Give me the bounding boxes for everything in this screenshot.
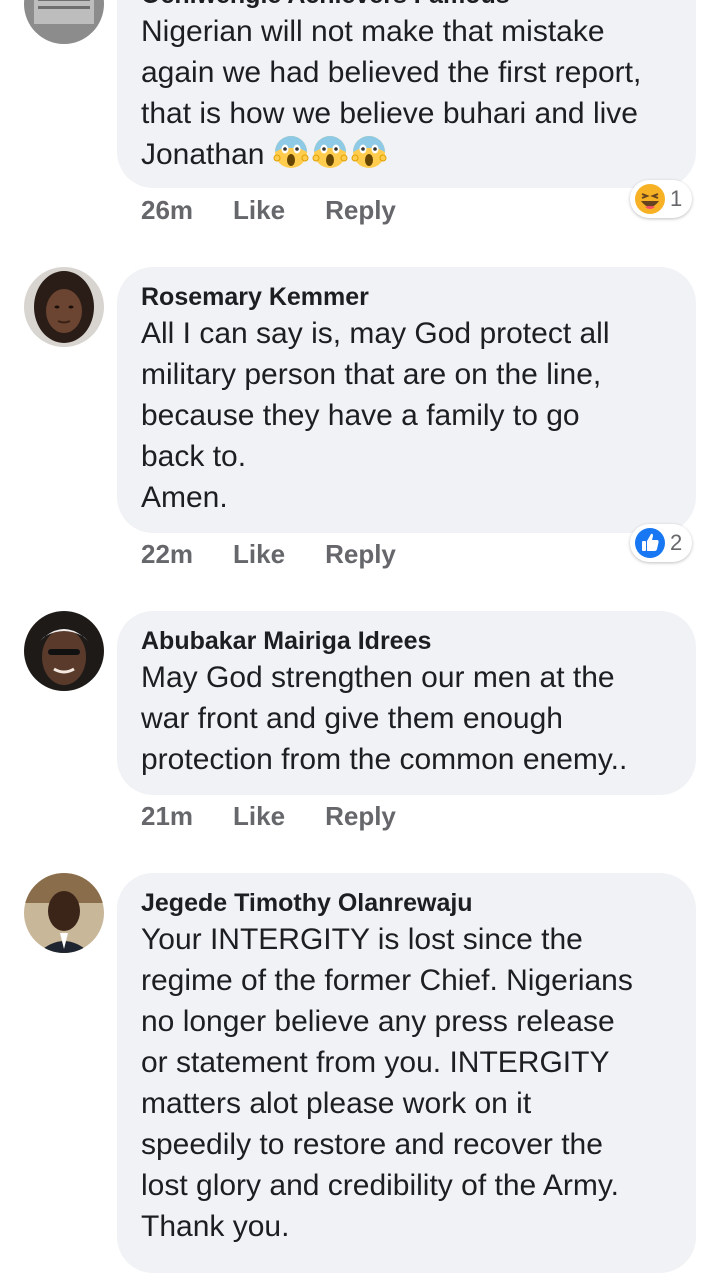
avatar[interactable]	[24, 267, 104, 347]
reaction-count: 2	[670, 530, 683, 555]
comment-time[interactable]: 22m	[141, 539, 193, 570]
face-screaming-in-fear-icon	[312, 136, 348, 168]
emoji-group	[273, 136, 390, 171]
comment-bubble[interactable]: Jegede Timothy Olanrewaju Your INTERGITY…	[117, 873, 696, 1273]
reaction-badge[interactable]: 2	[630, 524, 692, 562]
avatar[interactable]	[24, 873, 104, 953]
comment-author[interactable]: Rosemary Kemmer	[141, 281, 672, 313]
reply-button[interactable]: Reply	[325, 801, 396, 832]
avatar-image	[24, 611, 104, 691]
comment-bubble[interactable]: Abubakar Mairiga Idrees May God strength…	[117, 611, 696, 795]
reply-button[interactable]: Reply	[325, 539, 396, 570]
comment-author[interactable]: Jegede Timothy Olanrewaju	[141, 887, 672, 919]
comment-text: Your INTERGITY is lost since the regime …	[141, 923, 633, 1243]
like-button[interactable]: Like	[233, 195, 285, 226]
comment-text: Nigerian will not make that mistake agai…	[141, 11, 672, 175]
comment-text: May God strengthen our men at the war fr…	[141, 661, 628, 776]
comment-bubble[interactable]: Rosemary Kemmer All I can say is, may Go…	[117, 267, 696, 533]
comment-actions: 21m Like Reply	[141, 799, 396, 833]
comment-time[interactable]: 21m	[141, 801, 193, 832]
face-screaming-in-fear-icon	[351, 136, 387, 168]
reply-button[interactable]: Reply	[325, 195, 396, 226]
comment-time[interactable]: 26m	[141, 195, 193, 226]
comment-author[interactable]: Abubakar Mairiga Idrees	[141, 625, 672, 657]
like-button[interactable]: Like	[233, 539, 285, 570]
avatar-image	[24, 267, 104, 347]
comment-text: All I can say is, may God protect all mi…	[141, 317, 610, 514]
reaction-count: 1	[670, 186, 683, 211]
like-reaction-icon	[635, 528, 665, 558]
comment-actions: 26m Like Reply	[141, 193, 396, 227]
avatar-image	[24, 873, 104, 953]
avatar-image	[24, 0, 104, 44]
comment-bubble[interactable]: Ochiwengie Achievers Famous Nigerian wil…	[117, 0, 696, 188]
avatar[interactable]	[24, 611, 104, 691]
avatar[interactable]	[24, 0, 104, 44]
haha-reaction-icon	[635, 184, 665, 214]
reaction-badge[interactable]: 1	[630, 180, 692, 218]
comment-actions: 22m Like Reply	[141, 537, 396, 571]
face-screaming-in-fear-icon	[273, 136, 309, 168]
comment-author[interactable]: Ochiwengie Achievers Famous	[141, 0, 672, 11]
comment-text-body: Nigerian will not make that mistake agai…	[141, 15, 642, 171]
like-button[interactable]: Like	[233, 801, 285, 832]
